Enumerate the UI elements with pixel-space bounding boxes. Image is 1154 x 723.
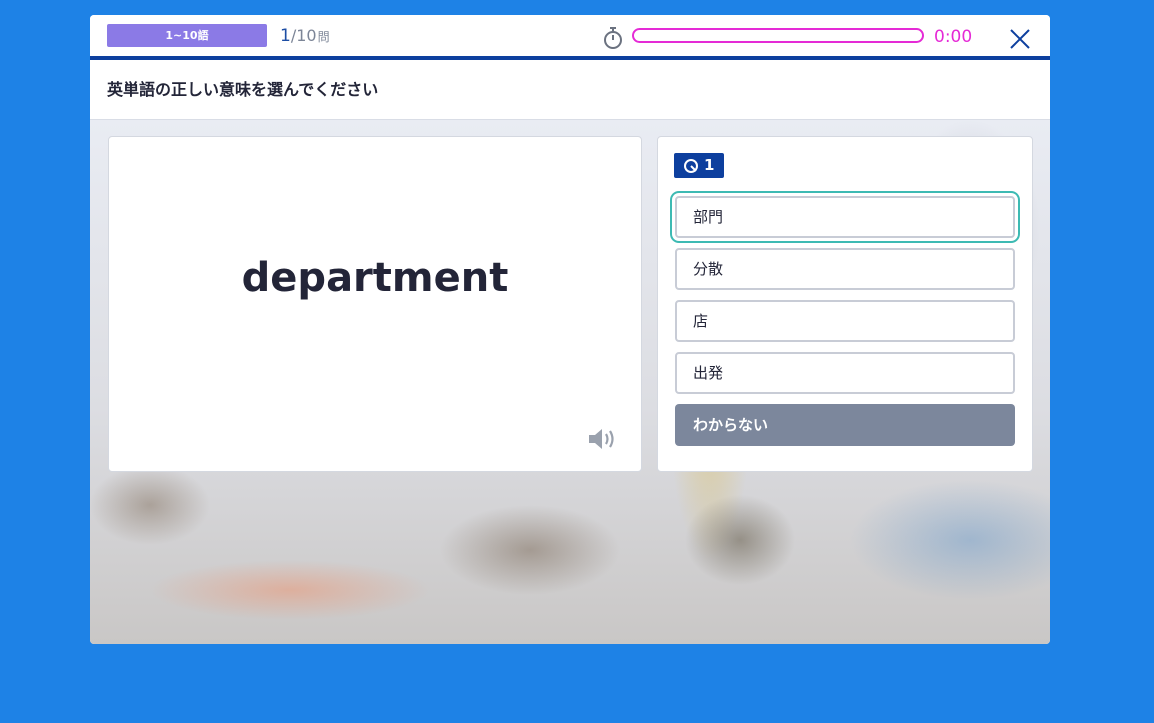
speaker-icon[interactable] (587, 425, 617, 453)
quiz-header: 1~10語 1/10問 0:00 (90, 15, 1050, 57)
close-icon[interactable] (1006, 25, 1034, 53)
choice-2[interactable]: 分散 (675, 248, 1015, 290)
instruction-text: 英単語の正しい意味を選んでください (107, 80, 379, 99)
instruction-bar: 英単語の正しい意味を選んでください (90, 60, 1050, 120)
choices-card: 1 部門 分散 店 出発 わからない (657, 136, 1033, 472)
question-number-badge: 1 (674, 153, 724, 178)
timer-progress-bar (632, 28, 924, 43)
timer-text: 0:00 (934, 27, 973, 47)
question-number: 1 (704, 156, 715, 174)
choice-1[interactable]: 部門 (675, 196, 1015, 238)
dont-know-button[interactable]: わからない (675, 404, 1015, 446)
word-range-badge: 1~10語 (107, 24, 267, 47)
english-word: department (241, 255, 509, 301)
choice-4[interactable]: 出発 (675, 352, 1015, 394)
progress-total: /10 (290, 26, 317, 45)
stopwatch-icon (604, 27, 622, 49)
progress-current: 1 (280, 26, 291, 46)
question-progress: 1/10問 (280, 25, 330, 47)
word-card: department (108, 136, 642, 472)
question-timer-icon (684, 159, 698, 173)
choice-3[interactable]: 店 (675, 300, 1015, 342)
progress-unit: 問 (317, 30, 330, 44)
